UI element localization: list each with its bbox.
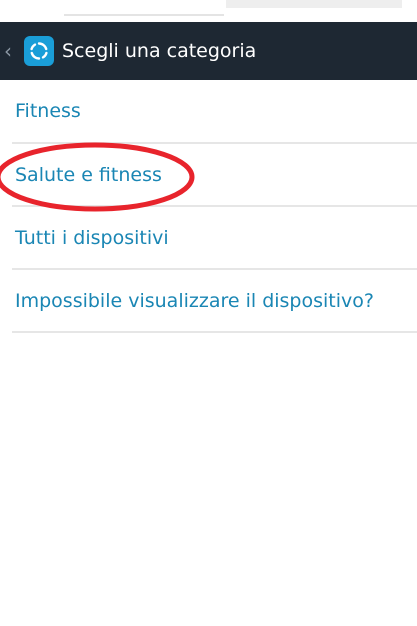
page-title: Scegli una categoria xyxy=(62,40,257,62)
category-list: Fitness Salute e fitness Tutti i disposi… xyxy=(12,80,417,333)
sync-icon-glyph xyxy=(30,42,48,60)
category-item-fitness[interactable]: Fitness xyxy=(12,80,417,144)
status-strip-block xyxy=(226,0,402,8)
screen: ‹ Scegli una categoria Fitness Salute e … xyxy=(0,0,417,626)
category-item-all-devices[interactable]: Tutti i dispositivi xyxy=(12,207,417,270)
chevron-left-icon[interactable]: ‹ xyxy=(2,22,14,80)
status-strip-line xyxy=(64,14,224,16)
status-strip xyxy=(0,0,417,22)
category-item-health-and-fitness[interactable]: Salute e fitness xyxy=(12,144,417,207)
category-item-cannot-see-device[interactable]: Impossibile visualizzare il dispositivo? xyxy=(12,270,417,333)
action-bar: ‹ Scegli una categoria xyxy=(0,22,417,80)
sync-icon[interactable] xyxy=(24,36,54,66)
